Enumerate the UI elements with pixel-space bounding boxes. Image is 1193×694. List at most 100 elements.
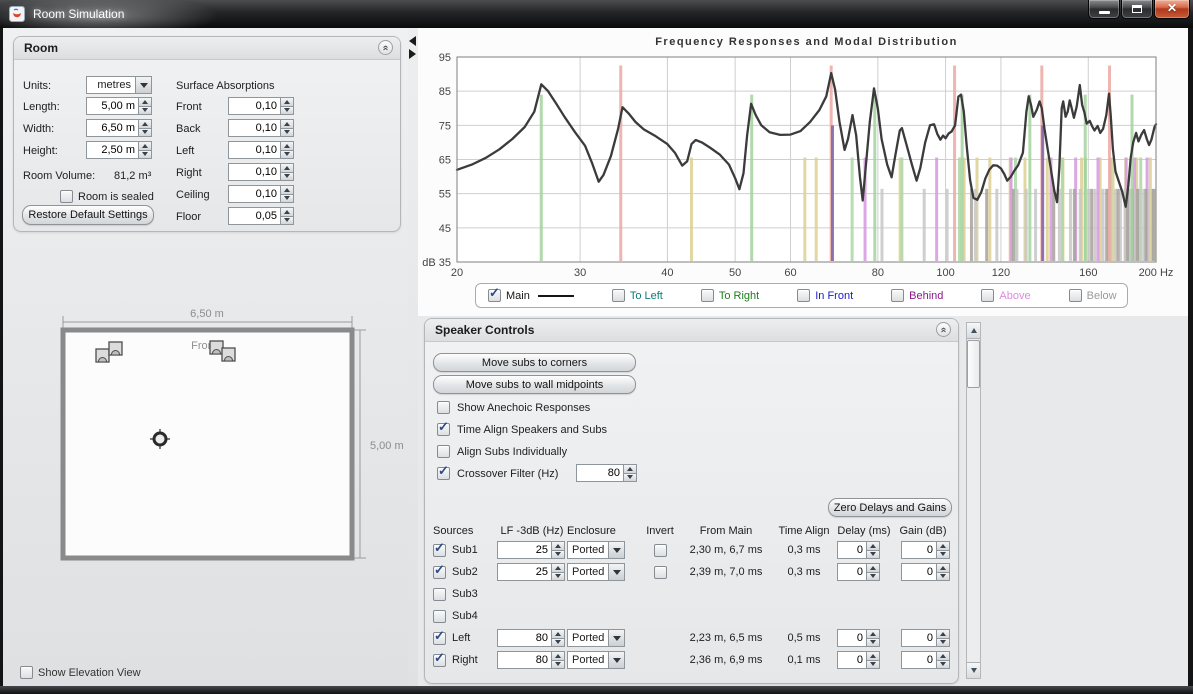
crossover-filter-spinner-value[interactable]: 80 bbox=[576, 464, 624, 482]
absorption-left-spinner[interactable]: 0,10 bbox=[228, 141, 294, 159]
right-delay-spinner-up-button[interactable] bbox=[867, 651, 880, 660]
absorption-right-spinner-up-button[interactable] bbox=[281, 163, 294, 172]
collapse-speaker-controls-button[interactable]: » bbox=[936, 322, 951, 337]
align-subs-individually-checkbox[interactable] bbox=[437, 445, 450, 458]
sub1-enable-checkbox[interactable]: ✓ bbox=[433, 544, 446, 557]
left-delay-spinner-up-button[interactable] bbox=[867, 629, 880, 638]
legend-checkbox-main[interactable]: ✓ bbox=[488, 289, 501, 302]
width-spinner-value[interactable]: 6,50 m bbox=[86, 119, 139, 137]
absorption-back-spinner[interactable]: 0,10 bbox=[228, 119, 294, 137]
right-gain-spinner-value[interactable]: 0 bbox=[901, 651, 937, 669]
sub1-invert-checkbox[interactable] bbox=[654, 544, 667, 557]
sub1-lf-spinner[interactable]: 25 bbox=[497, 541, 565, 559]
sub1-delay-spinner-down-button[interactable] bbox=[867, 550, 880, 560]
collapse-right-icon[interactable] bbox=[409, 49, 416, 59]
left-gain-spinner-up-button[interactable] bbox=[937, 629, 950, 638]
sub2-gain-spinner-up-button[interactable] bbox=[937, 563, 950, 572]
sub3-enable-checkbox[interactable] bbox=[433, 588, 446, 601]
absorption-ceiling-spinner[interactable]: 0,10 bbox=[228, 185, 294, 203]
right-delay-spinner[interactable]: 0 bbox=[837, 651, 880, 669]
legend-checkbox-behind[interactable] bbox=[891, 289, 904, 302]
absorption-ceiling-spinner-value[interactable]: 0,10 bbox=[228, 185, 281, 203]
sub1-lf-spinner-down-button[interactable] bbox=[552, 550, 565, 560]
left-enclosure-select-dropdown-icon[interactable] bbox=[609, 629, 625, 647]
sub1-delay-spinner-value[interactable]: 0 bbox=[837, 541, 867, 559]
units-select[interactable]: metres bbox=[86, 76, 152, 94]
maximize-button[interactable] bbox=[1121, 0, 1153, 19]
right-gain-spinner-up-button[interactable] bbox=[937, 651, 950, 660]
sub1-enclosure-select-dropdown-icon[interactable] bbox=[609, 541, 625, 559]
close-button[interactable]: ✕ bbox=[1154, 0, 1190, 19]
right-gain-spinner[interactable]: 0 bbox=[901, 651, 950, 669]
sub2-lf-spinner-up-button[interactable] bbox=[552, 563, 565, 572]
sub2-enclosure-select-dropdown-icon[interactable] bbox=[609, 563, 625, 581]
sub1-gain-spinner-value[interactable]: 0 bbox=[901, 541, 937, 559]
sub1-gain-spinner[interactable]: 0 bbox=[901, 541, 950, 559]
time-align-speakers-and-subs-checkbox[interactable]: ✓ bbox=[437, 423, 450, 436]
sub1-lf-spinner-value[interactable]: 25 bbox=[497, 541, 552, 559]
right-delay-spinner-down-button[interactable] bbox=[867, 660, 880, 670]
left-gain-spinner[interactable]: 0 bbox=[901, 629, 950, 647]
length-spinner-up-button[interactable] bbox=[139, 97, 152, 106]
legend-checkbox-to-left[interactable] bbox=[612, 289, 625, 302]
sub2-delay-spinner[interactable]: 0 bbox=[837, 563, 880, 581]
right-lf-spinner-value[interactable]: 80 bbox=[497, 651, 552, 669]
sub1-delay-spinner[interactable]: 0 bbox=[837, 541, 880, 559]
length-spinner-down-button[interactable] bbox=[139, 106, 152, 116]
vertical-scrollbar[interactable] bbox=[966, 322, 981, 679]
left-enclosure-select[interactable]: Ported bbox=[567, 629, 625, 647]
legend-checkbox-above[interactable] bbox=[981, 289, 994, 302]
legend-checkbox-in-front[interactable] bbox=[797, 289, 810, 302]
zero-delays-and-gains-button[interactable]: Zero Delays and Gains bbox=[828, 498, 952, 517]
sub2-delay-spinner-up-button[interactable] bbox=[867, 563, 880, 572]
width-spinner[interactable]: 6,50 m bbox=[86, 119, 152, 137]
absorption-floor-spinner-down-button[interactable] bbox=[281, 216, 294, 226]
right-speaker-icon[interactable] bbox=[210, 341, 223, 354]
minimize-button[interactable] bbox=[1088, 0, 1120, 19]
sub2-delay-spinner-value[interactable]: 0 bbox=[837, 563, 867, 581]
absorption-back-spinner-up-button[interactable] bbox=[281, 119, 294, 128]
height-spinner[interactable]: 2,50 m bbox=[86, 141, 152, 159]
sub2-gain-spinner[interactable]: 0 bbox=[901, 563, 950, 581]
absorption-left-spinner-down-button[interactable] bbox=[281, 150, 294, 160]
absorption-left-spinner-value[interactable]: 0,10 bbox=[228, 141, 281, 159]
absorption-right-spinner[interactable]: 0,10 bbox=[228, 163, 294, 181]
show-elevation-view-checkbox[interactable] bbox=[20, 666, 33, 679]
sub2-gain-spinner-down-button[interactable] bbox=[937, 572, 950, 582]
left-lf-spinner[interactable]: 80 bbox=[497, 629, 565, 647]
absorption-floor-spinner-up-button[interactable] bbox=[281, 207, 294, 216]
sub2-delay-spinner-down-button[interactable] bbox=[867, 572, 880, 582]
absorption-ceiling-spinner-down-button[interactable] bbox=[281, 194, 294, 204]
left-delay-spinner-down-button[interactable] bbox=[867, 638, 880, 648]
height-spinner-value[interactable]: 2,50 m bbox=[86, 141, 139, 159]
left-lf-spinner-value[interactable]: 80 bbox=[497, 629, 552, 647]
sub2-speaker-icon[interactable] bbox=[222, 348, 235, 361]
left-lf-spinner-up-button[interactable] bbox=[552, 629, 565, 638]
right-enclosure-select-dropdown-icon[interactable] bbox=[609, 651, 625, 669]
right-gain-spinner-down-button[interactable] bbox=[937, 660, 950, 670]
right-lf-spinner-up-button[interactable] bbox=[552, 651, 565, 660]
move-subs-to-corners-button[interactable]: Move subs to corners bbox=[433, 353, 636, 372]
absorption-floor-spinner-value[interactable]: 0,05 bbox=[228, 207, 281, 225]
right-lf-spinner[interactable]: 80 bbox=[497, 651, 565, 669]
left-delay-spinner[interactable]: 0 bbox=[837, 629, 880, 647]
width-spinner-down-button[interactable] bbox=[139, 128, 152, 138]
room-is-sealed-checkbox[interactable] bbox=[60, 190, 73, 203]
sub4-enable-checkbox[interactable] bbox=[433, 610, 446, 623]
length-spinner[interactable]: 5,00 m bbox=[86, 97, 152, 115]
left-lf-spinner-down-button[interactable] bbox=[552, 638, 565, 648]
right-enable-checkbox[interactable]: ✓ bbox=[433, 654, 446, 667]
absorption-front-spinner-value[interactable]: 0,10 bbox=[228, 97, 281, 115]
sub2-lf-spinner-value[interactable]: 25 bbox=[497, 563, 552, 581]
title-bar[interactable]: Room Simulation ✕ bbox=[0, 0, 1193, 28]
height-spinner-up-button[interactable] bbox=[139, 141, 152, 150]
sub1-enclosure-select[interactable]: Ported bbox=[567, 541, 625, 559]
absorption-floor-spinner[interactable]: 0,05 bbox=[228, 207, 294, 225]
absorption-front-spinner-down-button[interactable] bbox=[281, 106, 294, 116]
sub1-gain-spinner-up-button[interactable] bbox=[937, 541, 950, 550]
absorption-back-spinner-down-button[interactable] bbox=[281, 128, 294, 138]
sub1-delay-spinner-up-button[interactable] bbox=[867, 541, 880, 550]
sub2-invert-checkbox[interactable] bbox=[654, 566, 667, 579]
crossover-filter-checkbox[interactable]: ✓ bbox=[437, 467, 450, 480]
restore-default-settings-button[interactable]: Restore Default Settings bbox=[22, 205, 154, 225]
